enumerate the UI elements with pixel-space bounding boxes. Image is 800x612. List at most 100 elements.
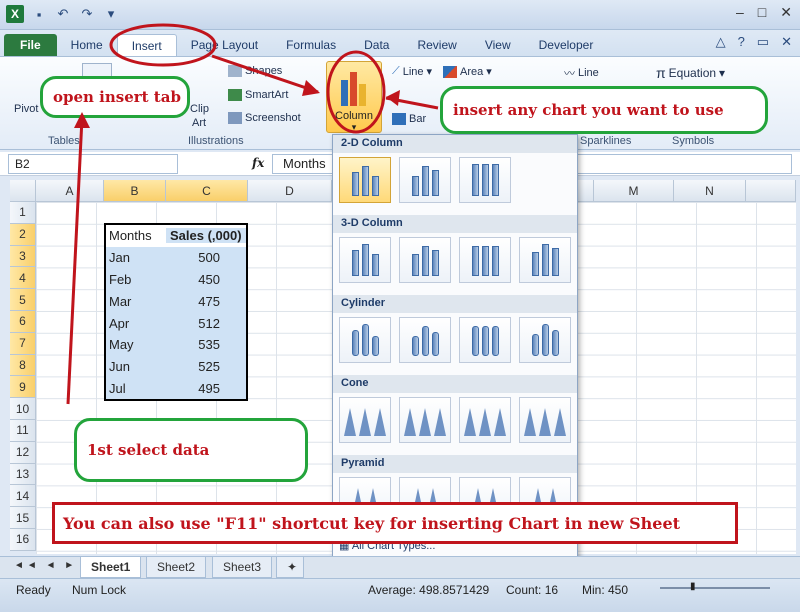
cylinder-option-3[interactable] xyxy=(459,317,511,363)
area-chart-button[interactable]: Area ▾ xyxy=(443,65,492,78)
sheet-tab-1[interactable]: Sheet1 xyxy=(80,557,142,578)
column-header-a[interactable]: A xyxy=(36,180,104,202)
shapes-button[interactable]: Shapes xyxy=(228,65,282,77)
cell-sales[interactable]: 500 xyxy=(166,250,246,265)
cell-month[interactable]: Feb xyxy=(106,272,166,287)
column-header-b[interactable]: B xyxy=(104,180,166,202)
3d-percent-column-option[interactable] xyxy=(459,237,511,283)
zoom-slider[interactable] xyxy=(660,587,770,589)
row-header[interactable]: 9 xyxy=(10,376,36,399)
row-header[interactable]: 11 xyxy=(10,420,36,442)
row-header[interactable]: 13 xyxy=(10,463,36,486)
tab-developer[interactable]: Developer xyxy=(525,34,608,56)
tab-view[interactable]: View xyxy=(471,34,525,56)
tab-page-layout[interactable]: Page Layout xyxy=(177,34,272,56)
cell-month[interactable]: Mar xyxy=(106,294,166,309)
cell-month[interactable]: Apr xyxy=(106,316,166,331)
customize-icon[interactable]: ▾ xyxy=(102,5,120,23)
cell-sales[interactable]: 535 xyxy=(166,337,246,352)
clip-art-button[interactable]: Clip xyxy=(190,103,209,115)
screenshot-button[interactable]: Screenshot xyxy=(228,112,301,124)
row-header[interactable]: 8 xyxy=(10,354,36,377)
insert-sheet-icon[interactable]: ✦ xyxy=(276,557,304,578)
cylinder-option-1[interactable] xyxy=(339,317,391,363)
cell-sales[interactable]: 512 xyxy=(166,316,246,331)
clustered-column-option[interactable] xyxy=(339,157,391,203)
row-header[interactable]: 6 xyxy=(10,311,36,333)
cell-month[interactable]: May xyxy=(106,337,166,352)
row-header[interactable]: 1 xyxy=(10,202,36,224)
percent-stacked-column-option[interactable] xyxy=(459,157,511,203)
cell-sales[interactable]: 475 xyxy=(166,294,246,309)
table-row: Jul 495 xyxy=(106,378,246,400)
sparklines-group-label: Sparklines xyxy=(580,135,632,147)
tab-formulas[interactable]: Formulas xyxy=(272,34,350,56)
header-sales[interactable]: Sales (,000) xyxy=(166,228,246,244)
row-header[interactable]: 3 xyxy=(10,245,36,268)
cell-sales[interactable]: 450 xyxy=(166,272,246,287)
redo-icon[interactable]: ↷ xyxy=(78,5,96,23)
3d-column-option[interactable] xyxy=(519,237,571,283)
row-header[interactable]: 14 xyxy=(10,485,36,508)
bar-chart-button[interactable]: Bar xyxy=(392,113,426,125)
row-header[interactable]: 15 xyxy=(10,507,36,529)
header-months[interactable]: Months xyxy=(106,228,166,243)
cone-option-3[interactable] xyxy=(459,397,511,443)
name-box[interactable]: B2 xyxy=(8,154,178,174)
smartart-button[interactable]: SmartArt xyxy=(228,89,288,101)
3d-clustered-column-option[interactable] xyxy=(339,237,391,283)
row-header[interactable]: 7 xyxy=(10,332,36,355)
row-header[interactable]: 10 xyxy=(10,398,36,420)
cone-option-2[interactable] xyxy=(399,397,451,443)
cone-option-4[interactable] xyxy=(519,397,571,443)
cell-month[interactable]: Jun xyxy=(106,359,166,374)
column-header-n[interactable]: N xyxy=(674,180,746,202)
select-all-corner[interactable] xyxy=(10,180,36,202)
stacked-column-option[interactable] xyxy=(399,157,451,203)
column-chart-button[interactable]: Column ▾ xyxy=(326,61,382,133)
minimize-ribbon-icon[interactable]: △ xyxy=(716,34,726,50)
fx-icon[interactable]: fx xyxy=(252,156,264,170)
tab-data[interactable]: Data xyxy=(350,34,403,56)
cell-month[interactable]: Jan xyxy=(106,250,166,265)
row-header[interactable]: 2 xyxy=(10,223,36,246)
tab-insert[interactable]: Insert xyxy=(116,34,177,56)
help-icon[interactable]: ? xyxy=(738,34,745,50)
row-header[interactable]: 16 xyxy=(10,529,36,551)
maximize-button[interactable]: □ xyxy=(758,4,766,21)
line-chart-button[interactable]: ⟋ Line ▾ xyxy=(392,65,432,78)
close-workbook-icon[interactable]: ✕ xyxy=(781,34,792,50)
column-header-m[interactable]: M xyxy=(594,180,674,202)
column-header-d[interactable]: D xyxy=(248,180,332,202)
cylinder-option-4[interactable] xyxy=(519,317,571,363)
sheet-tab-3[interactable]: Sheet3 xyxy=(212,557,273,578)
row-header[interactable]: 5 xyxy=(10,289,36,311)
equation-button[interactable]: π Equation ▾ xyxy=(656,65,725,81)
minimize-button[interactable]: – xyxy=(736,4,744,21)
column-header-c[interactable]: C xyxy=(166,180,248,202)
row-header[interactable]: 4 xyxy=(10,267,36,290)
tab-home[interactable]: Home xyxy=(57,34,117,56)
cylinder-option-2[interactable] xyxy=(399,317,451,363)
save-icon[interactable]: ▪ xyxy=(30,5,48,23)
selected-data-range[interactable]: Months Sales (,000) Jan 500 Feb 450 Mar 475… xyxy=(104,223,248,402)
pivot-table-button[interactable]: Pivot xyxy=(14,103,38,115)
3d-stacked-column-option[interactable] xyxy=(399,237,451,283)
sparkline-line-button[interactable]: 〰 Line xyxy=(564,65,599,81)
tab-file[interactable]: File xyxy=(4,34,57,56)
row-header[interactable]: 12 xyxy=(10,441,36,464)
column-header-next[interactable] xyxy=(746,180,796,202)
cell-month[interactable]: Jul xyxy=(106,381,166,396)
cone-option-1[interactable] xyxy=(339,397,391,443)
sheet-tab-2[interactable]: Sheet2 xyxy=(146,557,207,578)
cell-sales[interactable]: 525 xyxy=(166,359,246,374)
window-controls: – □ ✕ xyxy=(736,4,792,21)
close-button[interactable]: ✕ xyxy=(780,4,792,21)
excel-window: X ▪ ↶ ↷ ▾ – □ ✕ File Home Insert Page La… xyxy=(0,0,800,612)
restore-icon[interactable]: ▭ xyxy=(757,34,769,50)
undo-icon[interactable]: ↶ xyxy=(54,5,72,23)
cell-sales[interactable]: 495 xyxy=(166,381,246,396)
zoom-slider-thumb-icon[interactable]: ▮ xyxy=(690,581,696,592)
column-header-hidden[interactable] xyxy=(578,180,594,202)
tab-review[interactable]: Review xyxy=(403,34,470,56)
